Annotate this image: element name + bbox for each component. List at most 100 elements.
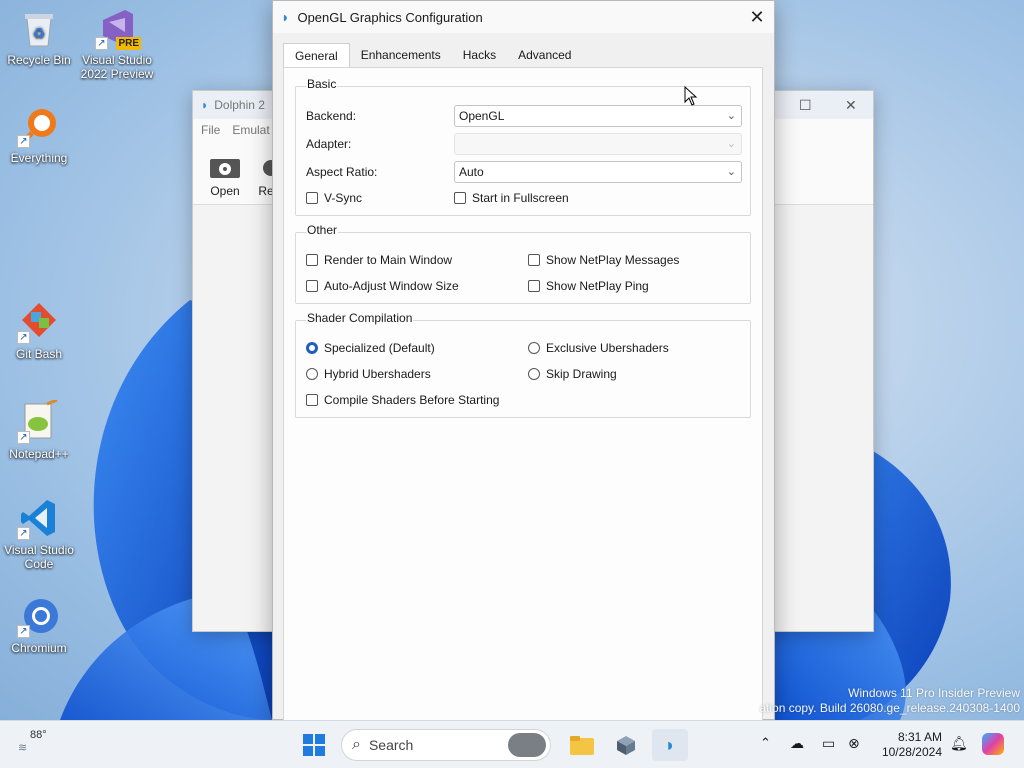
aspect-ratio-label: Aspect Ratio: [306, 165, 378, 179]
general-tab-pane: Basic Backend: OpenGL ⌄ Adapter: ⌄ Aspec… [283, 67, 763, 721]
tab-enhancements[interactable]: Enhancements [350, 43, 452, 68]
desktop-icon-recycle-bin[interactable]: ♻ Recycle Bin [1, 6, 77, 67]
taskbar-clock[interactable]: 8:31 AM 10/28/2024 [872, 730, 942, 760]
show-hidden-icons-chevron-icon[interactable]: ⌃ [760, 735, 771, 751]
skip-drawing-radio[interactable]: Skip Drawing [528, 367, 617, 381]
desktop-icon-label: Visual Studio Code [4, 543, 74, 571]
close-button[interactable]: ✕ [845, 97, 857, 114]
onedrive-cloud-icon[interactable]: ☁ [790, 735, 804, 752]
shortcut-arrow-icon: ↗ [17, 625, 30, 638]
clock-time: 8:31 AM [897, 730, 942, 744]
radio-dot [528, 368, 540, 380]
windows-start-icon [303, 734, 325, 756]
shader-compilation-group: Shader Compilation Specialized (Default)… [295, 311, 751, 418]
pre-badge: PRE [116, 37, 141, 50]
vsync-checkbox[interactable]: V-Sync [306, 191, 362, 205]
checkbox-box [306, 254, 318, 266]
close-icon: ✕ [749, 6, 765, 27]
show-netplay-ping-checkbox[interactable]: Show NetPlay Ping [528, 279, 649, 293]
dolphin-logo-icon: ◗ [281, 9, 290, 25]
open-button[interactable]: Open [207, 156, 243, 198]
exclusive-ubershaders-label: Exclusive Ubershaders [546, 341, 669, 355]
shortcut-arrow-icon: ↗ [95, 37, 108, 50]
menu-emulation[interactable]: Emulat [232, 123, 269, 137]
search-icon: ⌕ [352, 736, 361, 753]
checkbox-box [454, 192, 466, 204]
other-group: Other Render to Main Window Show NetPlay… [295, 223, 751, 304]
render-to-main-window-checkbox[interactable]: Render to Main Window [306, 253, 452, 267]
notification-bell-icon[interactable]: 🔔︎ [950, 735, 968, 752]
aspect-ratio-dropdown[interactable]: Auto ⌄ [454, 161, 742, 183]
taskbar-file-explorer[interactable] [566, 729, 598, 761]
mouse-cursor-icon [684, 86, 698, 106]
adapter-label: Adapter: [306, 137, 352, 151]
windows-build-watermark: Windows 11 Pro Insider Preview ation cop… [759, 686, 1020, 716]
shortcut-arrow-icon: ↗ [17, 135, 30, 148]
desktop-icon-label: Notepad++ [9, 447, 69, 461]
checkbox-box [528, 254, 540, 266]
start-fullscreen-label: Start in Fullscreen [472, 191, 569, 205]
shortcut-arrow-icon: ↗ [17, 527, 30, 540]
vsync-label: V-Sync [324, 191, 363, 205]
chevron-down-icon: ⌄ [726, 166, 736, 178]
start-button[interactable] [300, 729, 328, 761]
tab-general[interactable]: General [283, 43, 350, 69]
basic-group-title: Basic [306, 77, 338, 91]
desktop-icon-label: Visual Studio 2022 Preview [80, 53, 154, 81]
disc-open-icon [210, 156, 240, 178]
dialog-titlebar[interactable]: ◗ OpenGL Graphics Configuration ✕ [273, 1, 774, 33]
git-bash-icon: ↗ [17, 300, 61, 344]
maximize-button[interactable]: ☐ [799, 97, 812, 114]
desktop-icon-chromium[interactable]: ↗ Chromium [1, 594, 77, 655]
search-label: Search [368, 737, 414, 753]
shortcut-arrow-icon: ↗ [17, 331, 30, 344]
auto-adjust-window-size-label: Auto-Adjust Window Size [324, 279, 459, 293]
dialog-close-button[interactable]: ✕ [740, 1, 774, 33]
taskbar: 88° ≋ ⌕ Search ◗ ⌃ ☁ ▭ ⊗ 8:31 AM 10/28/2… [0, 720, 1024, 768]
radio-dot [528, 342, 540, 354]
taskbar-search-box[interactable]: ⌕ Search [341, 729, 551, 761]
clock-date: 10/28/2024 [881, 745, 942, 759]
everything-search-icon: ↗ [17, 104, 61, 148]
tab-hacks[interactable]: Hacks [452, 43, 507, 68]
backend-dropdown[interactable]: OpenGL ⌄ [454, 105, 742, 127]
svg-text:♻: ♻ [33, 26, 46, 42]
desktop-icon-everything[interactable]: ↗ Everything [1, 104, 77, 165]
show-netplay-messages-checkbox[interactable]: Show NetPlay Messages [528, 253, 679, 267]
weather-widget[interactable]: 88° ≋ [14, 729, 54, 754]
radio-dot [306, 368, 318, 380]
tab-advanced[interactable]: Advanced [507, 43, 582, 68]
show-netplay-messages-label: Show NetPlay Messages [546, 253, 680, 267]
specialized-radio[interactable]: Specialized (Default) [306, 341, 435, 355]
desktop-icon-git-bash[interactable]: ↗ Git Bash [1, 300, 77, 361]
desktop-icon-vscode[interactable]: ↗ Visual Studio Code [1, 496, 77, 571]
other-group-title: Other [306, 223, 339, 237]
search-highlight-icon [508, 733, 546, 757]
network-offline-icon[interactable]: ⊗ [848, 735, 860, 752]
adapter-dropdown[interactable]: ⌄ [454, 133, 742, 155]
copilot-pre-icon[interactable] [982, 733, 1004, 755]
hybrid-ubershaders-label: Hybrid Ubershaders [324, 367, 431, 381]
start-fullscreen-checkbox[interactable]: Start in Fullscreen [454, 191, 569, 205]
shortcut-arrow-icon: ↗ [17, 431, 30, 444]
dialog-title: OpenGL Graphics Configuration [297, 9, 483, 25]
dolphin-window-title: Dolphin 2 [214, 98, 265, 112]
menu-file[interactable]: File [201, 123, 220, 137]
taskbar-dolphin[interactable]: ◗ [652, 729, 688, 761]
auto-adjust-window-size-checkbox[interactable]: Auto-Adjust Window Size [306, 279, 459, 293]
cube-app-icon [617, 736, 635, 755]
taskbar-app-cube[interactable] [610, 729, 642, 761]
backend-value: OpenGL [459, 109, 505, 123]
hybrid-ubershaders-radio[interactable]: Hybrid Ubershaders [306, 367, 431, 381]
exclusive-ubershaders-radio[interactable]: Exclusive Ubershaders [528, 341, 669, 355]
shader-compilation-group-title: Shader Compilation [306, 311, 414, 325]
chevron-down-icon: ⌄ [726, 110, 736, 122]
compile-shaders-before-starting-checkbox[interactable]: Compile Shaders Before Starting [306, 393, 499, 407]
desktop-icon-notepad-plus-plus[interactable]: ↗ Notepad++ [1, 398, 77, 461]
visual-studio-icon: PRE ↗ [95, 6, 141, 50]
display-settings-icon[interactable]: ▭ [822, 735, 835, 752]
desktop-icon-visual-studio[interactable]: PRE ↗ Visual Studio 2022 Preview [79, 6, 155, 81]
checkbox-box [306, 394, 318, 406]
file-explorer-icon [570, 736, 594, 755]
opengl-config-dialog[interactable]: ◗ OpenGL Graphics Configuration ✕ Genera… [272, 0, 775, 721]
